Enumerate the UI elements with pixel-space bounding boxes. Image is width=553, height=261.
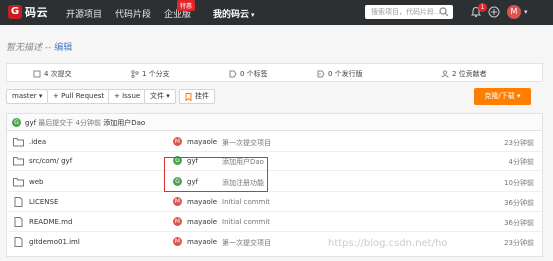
stat-tags-label: 0 个标签 xyxy=(240,70,268,78)
commit-time: 23分钟前 xyxy=(504,239,534,247)
stat-releases[interactable]: 0 个发行版 xyxy=(317,69,363,79)
top-navbar: G 码云 开源项目 代码片段 企业版 特惠 我的码云 ▾ 搜索项目，代码片段...… xyxy=(0,0,553,25)
commit-time: 36分钟前 xyxy=(504,219,534,227)
stat-branches[interactable]: 1 个分支 xyxy=(131,69,170,79)
release-icon xyxy=(317,70,325,78)
file-name[interactable]: .idea xyxy=(29,138,46,146)
avatar: M xyxy=(173,217,182,226)
nav-snippets[interactable]: 代码片段 xyxy=(115,7,151,20)
commit-time: 4分钟前 xyxy=(508,158,534,166)
repo-stats-bar: 4 次提交 1 个分支 0 个标签 0 个发行版 2 位贡献者 xyxy=(6,63,543,82)
commit-author[interactable]: gyf xyxy=(187,157,198,165)
commit-time: 36分钟前 xyxy=(504,199,534,207)
file-row[interactable]: src/com/ gyf G gyf 添加用户Dao 4分钟前 xyxy=(7,152,542,171)
notification-count: 1 xyxy=(478,3,487,12)
repo-description: 暂无描述 -- 编辑 xyxy=(6,40,72,53)
logo-text: 码云 xyxy=(25,6,48,19)
branch-icon xyxy=(131,70,139,78)
avatar: M xyxy=(173,237,182,246)
chevron-down-icon[interactable]: ▾ xyxy=(524,8,528,16)
commit-author[interactable]: mayaole xyxy=(187,198,217,206)
logo-mark: G xyxy=(8,5,22,19)
branch-selector[interactable]: master ▾ xyxy=(6,89,49,104)
chevron-down-icon: ▾ xyxy=(251,11,255,19)
commit-author[interactable]: mayaole xyxy=(187,138,217,146)
pendant-label: 挂件 xyxy=(195,92,209,100)
clone-download-button[interactable]: 克隆/下载 ▾ xyxy=(474,88,531,105)
avatar: G xyxy=(173,156,182,165)
latest-commit-bar: G gyf 最后提交于 4分钟前 添加用户Dao xyxy=(6,113,543,131)
file-row[interactable]: web G gyf 添加注册功能 10分钟前 xyxy=(7,173,542,192)
latest-commit-meta: 最后提交于 4分钟前 xyxy=(38,119,101,127)
avatar: G xyxy=(173,177,182,186)
file-list: .idea M mayaole 第一次提交项目 23分钟前 src/com/ g… xyxy=(6,131,543,257)
edit-description-link[interactable]: 编辑 xyxy=(54,43,72,53)
file-row[interactable]: LICENSE M mayaole Initial commit 36分钟前 xyxy=(7,193,542,212)
stat-tags[interactable]: 0 个标签 xyxy=(229,69,268,79)
commit-message[interactable]: 第一次提交项目 xyxy=(222,238,271,248)
file-name[interactable]: src/com/ gyf xyxy=(29,157,72,165)
commit-message[interactable]: Initial commit xyxy=(222,218,270,226)
nav-open-source[interactable]: 开源项目 xyxy=(66,7,102,20)
avatar[interactable]: G xyxy=(12,118,21,127)
tag-icon xyxy=(229,70,237,78)
nav-my-gitee-label: 我的码云 xyxy=(213,10,250,20)
stat-contributors[interactable]: 2 位贡献者 xyxy=(441,69,487,79)
file-name[interactable]: README.md xyxy=(29,218,72,226)
commit-author[interactable]: mayaole xyxy=(187,218,217,226)
file-icon xyxy=(14,237,23,247)
commit-icon xyxy=(33,70,41,78)
nav-my-gitee[interactable]: 我的码云 ▾ xyxy=(213,7,255,20)
commit-message[interactable]: 添加注册功能 xyxy=(222,178,264,188)
avatar: M xyxy=(173,137,182,146)
contributors-icon xyxy=(441,70,449,78)
file-row[interactable]: README.md M mayaole Initial commit 36分钟前 xyxy=(7,213,542,232)
file-name[interactable]: LICENSE xyxy=(29,198,58,206)
file-name[interactable]: web xyxy=(29,178,43,186)
latest-commit-message[interactable]: 添加用户Dao xyxy=(103,119,145,127)
description-text: 暂无描述 xyxy=(6,43,43,53)
search-icon[interactable] xyxy=(439,7,449,17)
pull-request-button[interactable]: + Pull Request xyxy=(47,89,111,104)
folder-icon xyxy=(13,178,24,187)
commit-message[interactable]: Initial commit xyxy=(222,198,270,206)
stat-branches-label: 1 个分支 xyxy=(142,70,170,78)
user-avatar[interactable]: M xyxy=(507,5,521,19)
latest-commit-author[interactable]: gyf xyxy=(25,119,36,127)
folder-icon xyxy=(13,157,24,166)
file-row[interactable]: gitdemo01.iml M mayaole 第一次提交项目 23分钟前 xyxy=(7,233,542,251)
latest-commit-info: gyf 最后提交于 4分钟前 添加用户Dao xyxy=(25,118,145,128)
commit-time: 10分钟前 xyxy=(504,179,534,187)
folder-icon xyxy=(13,138,24,147)
pendant-button[interactable]: 挂件 xyxy=(179,89,215,104)
hot-badge: 特惠 xyxy=(177,0,196,11)
file-row[interactable]: .idea M mayaole 第一次提交项目 23分钟前 xyxy=(7,133,542,152)
gitee-logo[interactable]: G 码云 xyxy=(8,5,48,19)
plus-icon[interactable] xyxy=(488,6,500,18)
bookmark-icon xyxy=(185,92,192,101)
issue-button[interactable]: + Issue xyxy=(108,89,147,104)
commit-author[interactable]: gyf xyxy=(187,178,198,186)
commit-message[interactable]: 添加用户Dao xyxy=(222,157,264,167)
stat-commits[interactable]: 4 次提交 xyxy=(33,69,72,79)
file-menu-button[interactable]: 文件 ▾ xyxy=(144,89,176,104)
commit-author[interactable]: mayaole xyxy=(187,238,217,246)
avatar: M xyxy=(173,197,182,206)
watermark: https://blog.csdn.net/ho xyxy=(328,238,448,249)
stat-contributors-label: 2 位贡献者 xyxy=(452,70,487,78)
stat-releases-label: 0 个发行版 xyxy=(328,70,363,78)
search-placeholder: 搜索项目，代码片段... xyxy=(371,8,441,16)
file-icon xyxy=(14,197,23,207)
commit-message[interactable]: 第一次提交项目 xyxy=(222,138,271,148)
commit-time: 23分钟前 xyxy=(504,139,534,147)
file-name[interactable]: gitdemo01.iml xyxy=(29,238,80,246)
stat-commits-label: 4 次提交 xyxy=(44,70,72,78)
description-separator: -- xyxy=(42,43,55,53)
file-icon xyxy=(14,217,23,227)
